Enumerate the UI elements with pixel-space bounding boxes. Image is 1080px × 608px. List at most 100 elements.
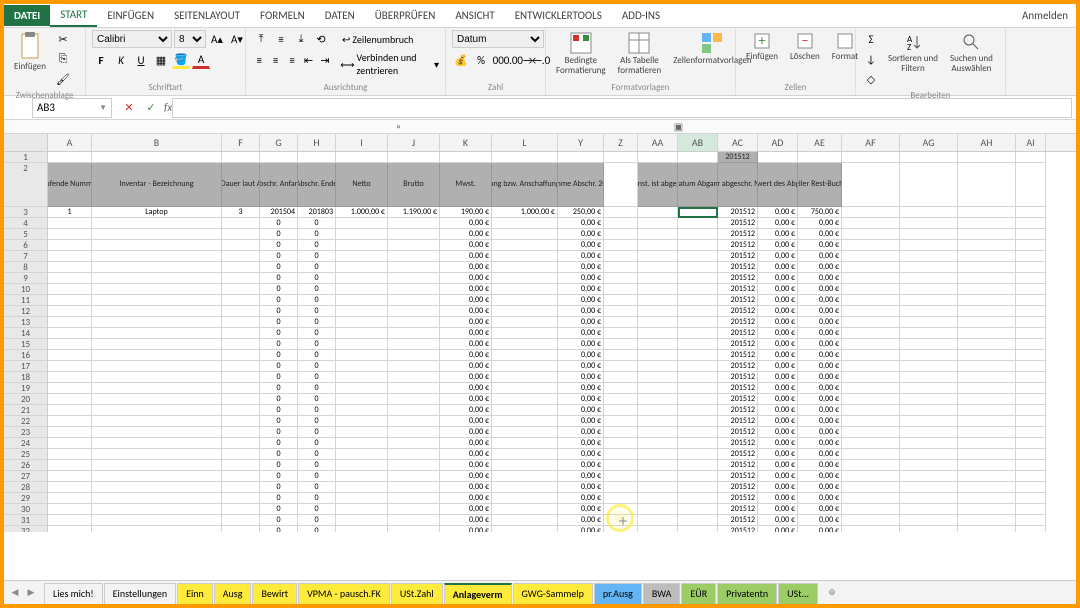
cell-Y13[interactable]: 0,00 €: [558, 317, 604, 328]
cell-AH7[interactable]: [958, 251, 1016, 262]
header-cell-L[interactable]: Buchwert Jahresanfang bzw. Anschaffungsk…: [492, 163, 558, 207]
cell-I3[interactable]: 1.000,00 €: [336, 207, 388, 218]
cell-H18[interactable]: 0: [298, 372, 336, 383]
cell-J19[interactable]: [388, 383, 440, 394]
cell-B15[interactable]: [92, 339, 222, 350]
cell-AH25[interactable]: [958, 449, 1016, 460]
cell-L10[interactable]: [492, 284, 558, 295]
cell-AE4[interactable]: 0,00 €: [798, 218, 842, 229]
cell-K18[interactable]: 0,00 €: [440, 372, 492, 383]
cell-AD32[interactable]: 0,00 €: [758, 526, 798, 532]
cell-AA17[interactable]: [638, 361, 678, 372]
cell-L16[interactable]: [492, 350, 558, 361]
cell-AA28[interactable]: [638, 482, 678, 493]
cell-AE25[interactable]: 0,00 €: [798, 449, 842, 460]
row-header-18[interactable]: 18: [4, 372, 48, 383]
cell-A30[interactable]: [48, 504, 92, 515]
cell-J4[interactable]: [388, 218, 440, 229]
cell-AI14[interactable]: [1016, 328, 1046, 339]
align-center-button[interactable]: ≡: [268, 51, 282, 69]
sheet-tab-VPMA---pausch-FK[interactable]: VPMA - pausch.FK: [298, 583, 390, 604]
cell-AC9[interactable]: 201512: [718, 273, 758, 284]
cell-AG23[interactable]: [900, 427, 958, 438]
cell-I20[interactable]: [336, 394, 388, 405]
cell-B9[interactable]: [92, 273, 222, 284]
cell-H7[interactable]: 0: [298, 251, 336, 262]
sheet-tab-BWA[interactable]: BWA: [643, 583, 681, 604]
cell-H16[interactable]: 0: [298, 350, 336, 361]
cell-H17[interactable]: 0: [298, 361, 336, 372]
cell-AB1[interactable]: [678, 152, 718, 163]
cell-AI3[interactable]: [1016, 207, 1046, 218]
cell-B12[interactable]: [92, 306, 222, 317]
cell-AE32[interactable]: 0,00 €: [798, 526, 842, 532]
tab-ansicht[interactable]: ANSICHT: [445, 5, 504, 26]
cell-AF8[interactable]: [842, 262, 900, 273]
cell-G10[interactable]: 0: [260, 284, 298, 295]
cell-AA26[interactable]: [638, 460, 678, 471]
cell-AE3[interactable]: 750,00 €: [798, 207, 842, 218]
cell-A13[interactable]: [48, 317, 92, 328]
cell-Y21[interactable]: 0,00 €: [558, 405, 604, 416]
cell-K16[interactable]: 0,00 €: [440, 350, 492, 361]
cell-AF21[interactable]: [842, 405, 900, 416]
cell-AI16[interactable]: [1016, 350, 1046, 361]
cell-H23[interactable]: 0: [298, 427, 336, 438]
increase-font-button[interactable]: A▴: [208, 30, 226, 48]
header-cell-K[interactable]: Mwst.: [440, 163, 492, 207]
row-header-17[interactable]: 17: [4, 361, 48, 372]
cell-I18[interactable]: [336, 372, 388, 383]
cell-AE22[interactable]: 0,00 €: [798, 416, 842, 427]
cell-L11[interactable]: [492, 295, 558, 306]
cell-AD17[interactable]: 0,00 €: [758, 361, 798, 372]
cell-AA25[interactable]: [638, 449, 678, 460]
cell-Z3[interactable]: [604, 207, 638, 218]
cell-AD13[interactable]: 0,00 €: [758, 317, 798, 328]
cell-AE19[interactable]: 0,00 €: [798, 383, 842, 394]
cell-G1[interactable]: [260, 152, 298, 163]
cell-K26[interactable]: 0,00 €: [440, 460, 492, 471]
cell-H4[interactable]: 0: [298, 218, 336, 229]
cell-H25[interactable]: 0: [298, 449, 336, 460]
cell-G14[interactable]: 0: [260, 328, 298, 339]
cell-Y7[interactable]: 0,00 €: [558, 251, 604, 262]
cell-AB24[interactable]: [678, 438, 718, 449]
cell-G13[interactable]: 0: [260, 317, 298, 328]
cell-AG13[interactable]: [900, 317, 958, 328]
cell-AD12[interactable]: 0,00 €: [758, 306, 798, 317]
cell-Z19[interactable]: [604, 383, 638, 394]
tab-datei[interactable]: DATEI: [4, 5, 50, 26]
cell-I4[interactable]: [336, 218, 388, 229]
row-header-8[interactable]: 8: [4, 262, 48, 273]
cell-AE11[interactable]: 0,00 €: [798, 295, 842, 306]
header-cell-J[interactable]: Brutto: [388, 163, 440, 207]
cell-AD29[interactable]: 0,00 €: [758, 493, 798, 504]
cell-AG7[interactable]: [900, 251, 958, 262]
cell-B26[interactable]: [92, 460, 222, 471]
cell-AC21[interactable]: 201512: [718, 405, 758, 416]
cell-G28[interactable]: 0: [260, 482, 298, 493]
align-right-button[interactable]: ≡: [285, 51, 299, 69]
cell-Z24[interactable]: [604, 438, 638, 449]
cell-AF17[interactable]: [842, 361, 900, 372]
cell-A3[interactable]: 1: [48, 207, 92, 218]
row-header-12[interactable]: 12: [4, 306, 48, 317]
cell-K28[interactable]: 0,00 €: [440, 482, 492, 493]
cell-AA19[interactable]: [638, 383, 678, 394]
cell-B18[interactable]: [92, 372, 222, 383]
cell-B17[interactable]: [92, 361, 222, 372]
cell-AE12[interactable]: 0,00 €: [798, 306, 842, 317]
cell-AI28[interactable]: [1016, 482, 1046, 493]
cell-AH17[interactable]: [958, 361, 1016, 372]
cell-F16[interactable]: [222, 350, 260, 361]
cell-AG21[interactable]: [900, 405, 958, 416]
cell-Y31[interactable]: 0,00 €: [558, 515, 604, 526]
cell-Z11[interactable]: [604, 295, 638, 306]
header-cell-AI[interactable]: [1016, 163, 1046, 207]
find-select-button[interactable]: Suchen und Auswählen: [946, 30, 997, 76]
cell-I1[interactable]: [336, 152, 388, 163]
header-cell-AE[interactable]: aktueller Rest-Buchwert: [798, 163, 842, 207]
cell-J9[interactable]: [388, 273, 440, 284]
col-header-AH[interactable]: AH: [958, 134, 1016, 151]
orientation-button[interactable]: ⟲: [312, 30, 330, 48]
